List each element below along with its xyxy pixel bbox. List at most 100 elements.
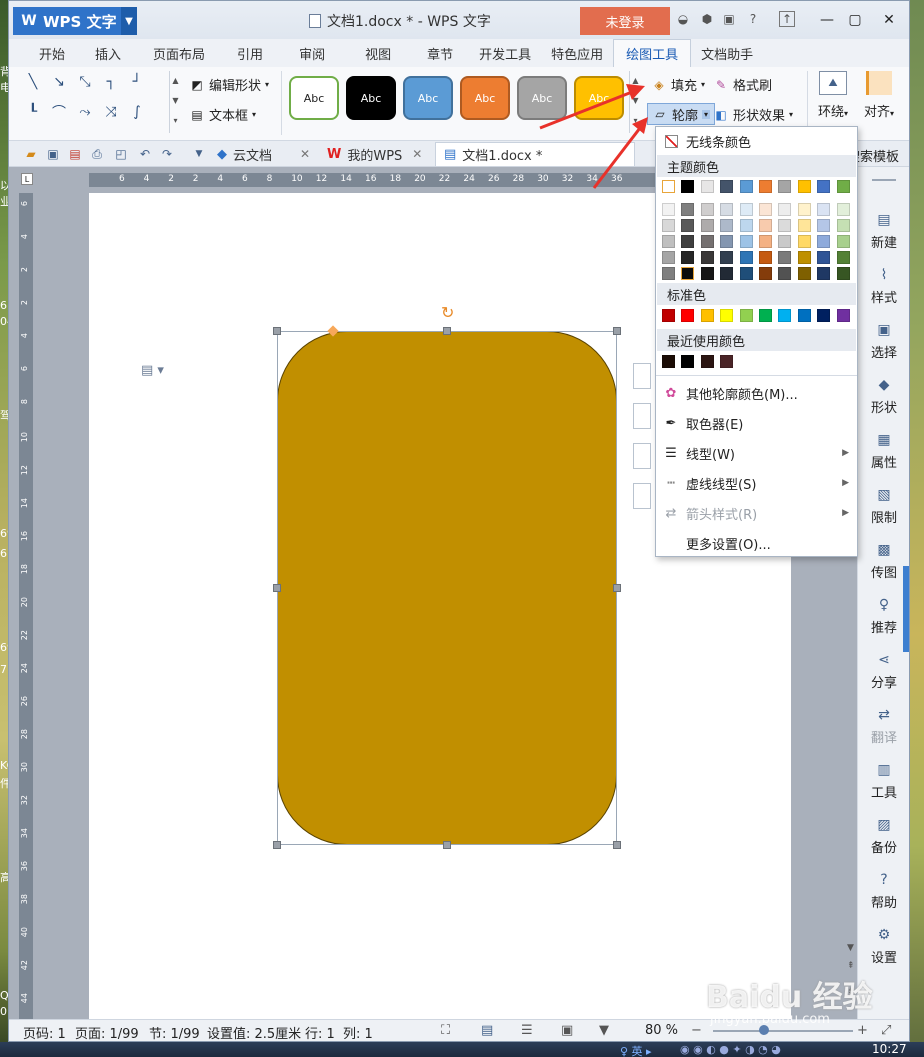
sidebar-item-translate[interactable]: ⇄ 翻译 (858, 706, 910, 746)
theme-color-swatch[interactable] (778, 180, 792, 193)
theme-shade-swatch[interactable] (797, 219, 811, 232)
tab-cloud-docs[interactable]: ◆ 云文档 ✕ (209, 142, 318, 166)
recent-color-swatch[interactable] (720, 355, 734, 368)
resize-handle-sw[interactable] (273, 841, 281, 849)
line-icon[interactable]: ╲ (21, 71, 45, 93)
theme-shade-swatch[interactable] (700, 267, 714, 280)
curve-arrow-icon[interactable]: ⤳ (73, 101, 97, 123)
theme-shade-swatch[interactable] (759, 235, 772, 248)
standard-color-swatch[interactable] (720, 309, 734, 322)
resize-handle-n[interactable] (443, 327, 451, 335)
shape-style-5[interactable]: Abc (517, 76, 567, 120)
tab-stop-selector[interactable]: L (21, 173, 33, 185)
elbow-connector-icon[interactable]: ┐ (99, 71, 123, 93)
theme-shade-swatch[interactable] (720, 235, 734, 248)
theme-shade-swatch[interactable] (797, 235, 811, 248)
close-tab-icon[interactable]: ✕ (300, 147, 310, 161)
tab-page-layout[interactable]: 页面布局 (137, 39, 221, 67)
zoom-out-icon[interactable]: − (691, 1023, 702, 1038)
eyedropper-item[interactable]: ✒ 取色器(E) (656, 409, 857, 437)
theme-color-swatch[interactable] (797, 180, 811, 193)
print-preview-icon[interactable]: ◰ (113, 146, 129, 162)
theme-color-swatch[interactable] (739, 180, 753, 193)
theme-shade-swatch[interactable] (739, 267, 753, 280)
theme-shade-swatch[interactable] (720, 251, 734, 264)
theme-shade-swatch[interactable] (739, 235, 753, 248)
resize-handle-e[interactable] (613, 584, 621, 592)
theme-shade-swatch[interactable] (681, 203, 695, 216)
theme-shade-swatch[interactable] (778, 219, 792, 232)
tab-references[interactable]: 引用 (221, 39, 279, 67)
style-gallery-scroll[interactable]: ▲ ▼ ▾ (629, 71, 641, 133)
shape-style-float-button[interactable] (633, 403, 651, 429)
theme-shade-swatch[interactable] (700, 219, 714, 232)
close-button[interactable]: ✕ (877, 9, 901, 31)
theme-shade-swatch[interactable] (759, 203, 772, 216)
layout-options-button[interactable] (633, 363, 651, 389)
theme-shade-swatch[interactable] (836, 235, 850, 248)
theme-shade-swatch[interactable] (797, 203, 811, 216)
theme-color-swatch[interactable] (681, 180, 695, 193)
tab-doc-assistant[interactable]: 文档助手 (691, 39, 763, 67)
resize-handle-nw[interactable] (273, 327, 281, 335)
sidebar-item-select[interactable]: ▣ 选择 (858, 321, 910, 361)
tray-icons[interactable]: ◉ ◉ ◐ ● ✦ ◑ ◔ ◕ (680, 1043, 781, 1056)
theme-shade-swatch[interactable] (836, 203, 850, 216)
pane-collapse-handle[interactable] (903, 566, 909, 652)
theme-shade-swatch[interactable] (720, 267, 734, 280)
gallery-scroll[interactable]: ▲ ▼ ▾ (169, 71, 181, 133)
theme-shade-swatch[interactable] (700, 203, 714, 216)
skin-icon[interactable]: ◒ (675, 11, 691, 27)
vertical-ruler[interactable]: 6 4 2 2 4 6 8 10 12 14 16 18 20 22 24 26 28 30 32 34 36 38 40 4… (19, 193, 33, 1019)
status-setting[interactable]: 设置值: 2.5厘米 (207, 1023, 301, 1042)
theme-shade-swatch[interactable] (778, 251, 792, 264)
sidebar-item-backup[interactable]: ▨ 备份 (858, 816, 910, 856)
theme-shade-swatch[interactable] (739, 251, 753, 264)
standard-color-swatch[interactable] (662, 309, 675, 322)
theme-shade-swatch[interactable] (759, 219, 772, 232)
theme-shade-swatch[interactable] (759, 267, 772, 280)
scroll-down-icon[interactable]: ▼ (847, 943, 854, 953)
shape-effect-button[interactable]: ◧ 形状效果 ▾ (713, 105, 793, 125)
theme-shade-swatch[interactable] (836, 267, 850, 280)
curve-double-arrow-icon[interactable]: ⤨ (99, 101, 123, 123)
shape-style-4[interactable]: Abc (460, 76, 510, 120)
sidebar-item-tools[interactable]: ▥ 工具 (858, 761, 910, 801)
text-box-button[interactable]: ▤ 文本框 ▾ (189, 105, 256, 125)
close-tab-icon[interactable]: ✕ (412, 147, 422, 161)
theme-shade-swatch[interactable] (662, 219, 675, 232)
theme-shade-swatch[interactable] (700, 235, 714, 248)
standard-color-swatch[interactable] (836, 309, 850, 322)
tab-my-wps[interactable]: W 我的WPS ✕ (319, 142, 430, 166)
standard-color-swatch[interactable] (778, 309, 792, 322)
export-pdf-icon[interactable]: ▤ (67, 146, 83, 162)
theme-color-swatch[interactable] (700, 180, 714, 193)
resize-handle-ne[interactable] (613, 327, 621, 335)
maximize-button[interactable]: ▢ (843, 9, 867, 31)
theme-shade-swatch[interactable] (739, 203, 753, 216)
upload-icon[interactable]: ↑ (779, 11, 795, 27)
zoom-slider[interactable] (713, 1030, 853, 1032)
theme-shade-swatch[interactable] (797, 267, 811, 280)
help-icon[interactable]: ? (745, 11, 761, 27)
theme-shade-swatch[interactable] (778, 203, 792, 216)
standard-color-swatch[interactable] (739, 309, 753, 322)
sidebar-item-style[interactable]: ⌇ 样式 (858, 266, 910, 306)
standard-color-swatch[interactable] (797, 309, 811, 322)
elbow-double-arrow-icon[interactable]: ┖ (21, 101, 45, 123)
double-arrow-icon[interactable]: ⤡ (73, 71, 97, 93)
page-view-icon[interactable]: ▤ (481, 1023, 493, 1038)
zoom-in-icon[interactable]: + (857, 1023, 868, 1038)
print-icon[interactable]: ⎙ (89, 146, 105, 162)
theme-shade-swatch[interactable] (836, 251, 850, 264)
shape-fill-float-button[interactable] (633, 443, 651, 469)
web-view-icon[interactable]: ▣ (561, 1023, 573, 1038)
theme-shade-swatch[interactable] (662, 267, 675, 280)
sidebar-item-shape[interactable]: ◆ 形状 (858, 376, 910, 416)
tab-section[interactable]: 章节 (411, 39, 469, 67)
tab-developer[interactable]: 开发工具 (469, 39, 541, 67)
tab-home[interactable]: 开始 (9, 39, 79, 67)
save-icon[interactable]: ▣ (45, 146, 61, 162)
theme-shade-swatch[interactable] (681, 267, 695, 280)
theme-shade-swatch[interactable] (662, 251, 675, 264)
